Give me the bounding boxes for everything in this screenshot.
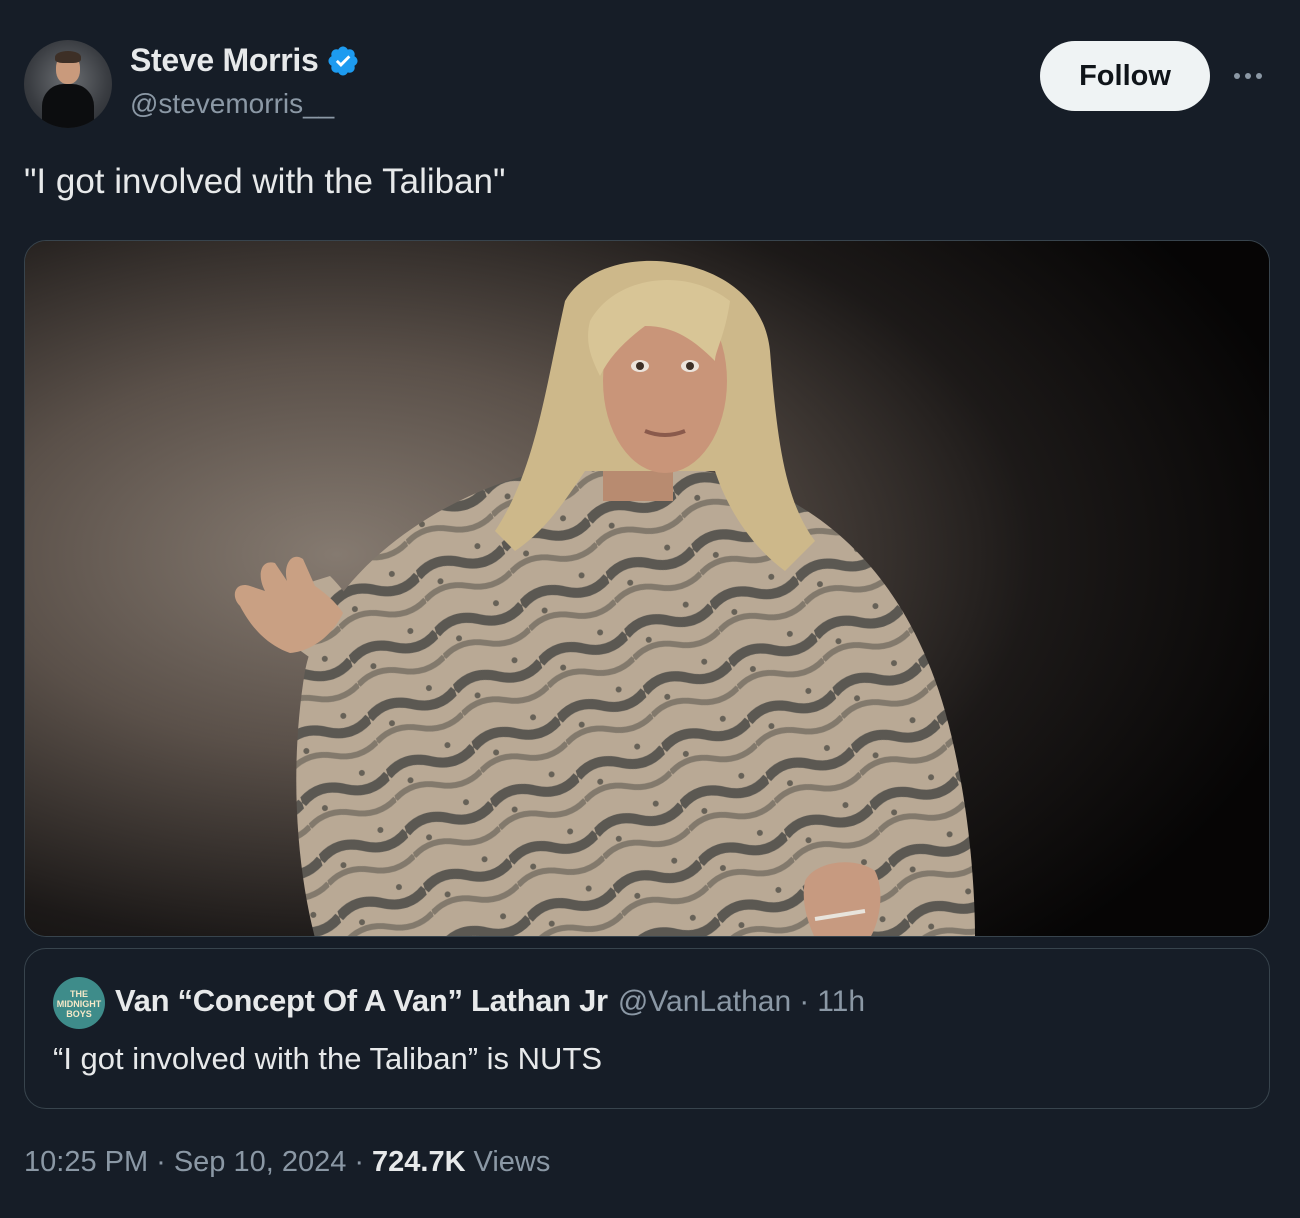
author-display-name[interactable]: Steve Morris — [130, 42, 319, 79]
avatar-text-2: MIDNIGHT — [56, 999, 102, 1009]
tweet-page: Steve Morris @stevemorris__ Follow "I go… — [0, 0, 1300, 1218]
quoted-text: “I got involved with the Taliban” is NUT… — [53, 1041, 603, 1076]
tweet-date[interactable]: Sep 10, 2024 — [174, 1146, 347, 1179]
quoted-header: Van “Concept Of A Van” Lathan Jr @VanLat… — [115, 983, 865, 1019]
quoted-author-avatar[interactable]: THE MIDNIGHT BOYS — [53, 977, 105, 1029]
meta-separator: · — [156, 1146, 166, 1178]
verified-badge-icon — [328, 45, 359, 76]
quoted-timestamp[interactable]: 11h — [817, 985, 865, 1019]
quoted-display-name[interactable]: Van “Concept Of A Van” Lathan Jr — [115, 983, 608, 1019]
author-handle[interactable]: @stevemorris__ — [130, 88, 334, 120]
views-label[interactable]: Views — [474, 1146, 551, 1179]
quoted-separator: · — [799, 985, 810, 1018]
avatar-text-1: THE — [70, 989, 88, 999]
tweet-meta: 10:25 PM · Sep 10, 2024 · 724.7K Views — [24, 1146, 550, 1179]
tweet-time[interactable]: 10:25 PM — [24, 1146, 148, 1179]
views-count[interactable]: 724.7K — [372, 1146, 466, 1179]
tweet-text: "I got involved with the Taliban" — [24, 162, 506, 201]
follow-button[interactable]: Follow — [1040, 41, 1210, 111]
tweet-image[interactable] — [24, 240, 1270, 937]
quoted-handle[interactable]: @VanLathan — [618, 985, 791, 1019]
tweet-image-illustration — [25, 241, 1269, 936]
author-name-row: Steve Morris — [130, 42, 360, 79]
more-horizontal-icon[interactable] — [1226, 58, 1270, 94]
meta-separator: · — [354, 1146, 365, 1178]
author-avatar[interactable] — [24, 40, 112, 128]
avatar-text-3: BOYS — [66, 1009, 92, 1019]
quoted-tweet[interactable]: THE MIDNIGHT BOYS Van “Concept Of A Van”… — [24, 948, 1270, 1109]
